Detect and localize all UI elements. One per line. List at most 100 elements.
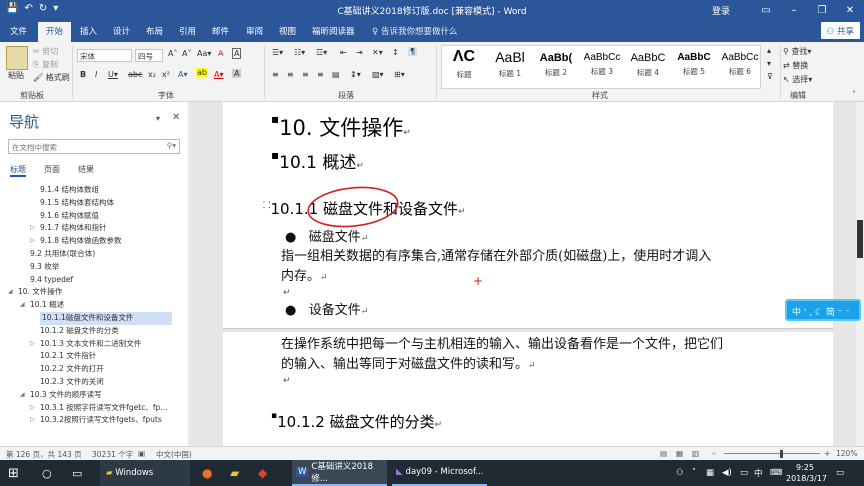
tab-foxit[interactable]: 福昕阅读器 bbox=[312, 25, 355, 37]
find-button[interactable]: ⚲ 查找▾ bbox=[783, 46, 811, 57]
nav-heading-item[interactable]: ◢ 10.1 概述 bbox=[2, 299, 186, 312]
char-shading-icon[interactable]: A bbox=[232, 69, 242, 78]
tab-home[interactable]: 开始 bbox=[38, 22, 72, 42]
maximize-icon[interactable]: ❐ bbox=[808, 5, 836, 16]
nav-heading-item[interactable]: ▷ 10.3.1 按照字符读写文件fgetc、fp... bbox=[2, 402, 186, 415]
tab-view[interactable]: 视图 bbox=[279, 25, 296, 37]
style-heading-5[interactable]: AaBbC 标题 5 bbox=[672, 46, 716, 88]
nav-heading-item[interactable]: 9.4 typedef bbox=[2, 274, 186, 287]
nav-heading-item[interactable]: 10.2.1 文件指针 bbox=[2, 350, 186, 363]
print-layout-icon[interactable]: ▦ bbox=[676, 449, 683, 458]
align-right-icon[interactable]: ≡ bbox=[302, 70, 309, 79]
collapse-arrow-icon[interactable]: ◢ bbox=[20, 299, 25, 310]
highlight-icon[interactable]: ab bbox=[196, 68, 208, 77]
nav-heading-item[interactable]: ▷ 9.1.7 结构体和指针 bbox=[2, 222, 186, 235]
collapse-ribbon-icon[interactable]: ˄ bbox=[852, 90, 856, 99]
battery-icon[interactable]: ▭ bbox=[740, 460, 748, 486]
ime-toolbar[interactable]: 中 ' , ☾ 简 ⁻ ⁻ bbox=[785, 299, 861, 321]
clock-date[interactable]: 2018/3/17 bbox=[786, 473, 827, 484]
nav-heading-item[interactable]: 10.1.1磁盘文件和设备文件 bbox=[40, 312, 172, 325]
nav-heading-item[interactable]: 9.3 枚举 bbox=[2, 261, 186, 274]
collapse-arrow-icon[interactable]: ◢ bbox=[20, 389, 25, 400]
style-heading-1[interactable]: AaBl 标题 1 bbox=[488, 46, 532, 88]
decrease-indent-icon[interactable]: ⇤ bbox=[340, 48, 347, 57]
shrink-font-icon[interactable]: A˅ bbox=[182, 49, 191, 58]
nav-heading-item[interactable]: ▷ 9.1.8 结构体做函数参数 bbox=[2, 235, 186, 248]
nav-search-input[interactable]: 在文档中搜索 ⚲▾ bbox=[8, 139, 180, 154]
align-center-icon[interactable]: ≡ bbox=[287, 70, 294, 79]
paste-button[interactable]: 粘贴 bbox=[8, 70, 24, 81]
paste-icon[interactable] bbox=[6, 46, 28, 70]
strikethrough-icon[interactable]: abc bbox=[128, 70, 142, 79]
page-count[interactable]: 第 126 页，共 143 页 bbox=[6, 449, 82, 460]
style-title[interactable]: ɅC 标题 bbox=[442, 46, 486, 88]
font-name-select[interactable]: 宋体 bbox=[77, 49, 132, 62]
network-icon[interactable]: ▦ bbox=[706, 460, 714, 486]
replace-button[interactable]: ⇄ 替换 bbox=[783, 60, 808, 71]
nav-options-icon[interactable]: ▾ bbox=[156, 114, 160, 123]
style-heading-4[interactable]: AaBbC 标题 4 bbox=[626, 46, 670, 88]
style-heading-6[interactable]: AaBbCc 标题 6 bbox=[718, 46, 762, 88]
paragraph-disk-file-line2[interactable]: 内存。↵ bbox=[281, 266, 328, 289]
line-spacing-icon[interactable]: ↨▾ bbox=[350, 70, 361, 79]
nav-heading-item[interactable]: 10.2.2 文件的打开 bbox=[2, 363, 186, 376]
tell-me-search[interactable]: ♀ 告诉我你想要做什么 bbox=[372, 25, 457, 37]
nav-heading-item[interactable]: 10.2.3 文件的关闭 bbox=[2, 376, 186, 389]
style-heading-2[interactable]: AaBb(标题 2 bbox=[534, 46, 578, 88]
zoom-slider[interactable] bbox=[724, 453, 820, 454]
nav-heading-item[interactable]: ▷ 10.3.2按照行读写文件fgets、fputs bbox=[2, 414, 186, 427]
zoom-level[interactable]: 120% bbox=[836, 449, 857, 458]
gallery-up-icon[interactable]: ▴ bbox=[767, 46, 771, 55]
bold-icon[interactable]: B bbox=[80, 70, 86, 79]
bullets-icon[interactable]: ☰▾ bbox=[272, 48, 283, 57]
nav-close-icon[interactable]: ✕ bbox=[172, 112, 180, 123]
font-color-icon[interactable]: A▾ bbox=[214, 70, 224, 79]
people-icon[interactable]: ⚇ bbox=[676, 460, 684, 486]
collapse-arrow-icon[interactable]: ◢ bbox=[8, 286, 13, 297]
tab-design[interactable]: 设计 bbox=[113, 25, 130, 37]
nav-scrollbar[interactable] bbox=[188, 102, 192, 446]
taskbar-vs[interactable]: ◣ day09 - Microsof... bbox=[392, 460, 487, 486]
expand-arrow-icon[interactable]: ▷ bbox=[30, 414, 35, 425]
web-layout-icon[interactable]: ▥ bbox=[692, 449, 699, 458]
chinese-layout-icon[interactable]: ✕▾ bbox=[372, 48, 383, 57]
align-left-icon[interactable]: ≡ bbox=[272, 70, 279, 79]
windows-start-icon[interactable]: ⊞ bbox=[8, 460, 19, 486]
nav-heading-item[interactable]: 9.2 共用体(联合体) bbox=[2, 248, 186, 261]
borders-icon[interactable]: ⊞▾ bbox=[394, 70, 405, 79]
expand-arrow-icon[interactable]: ▷ bbox=[30, 402, 35, 413]
firefox-icon[interactable]: ● bbox=[202, 460, 212, 486]
expand-arrow-icon[interactable]: ▷ bbox=[30, 338, 35, 349]
justify-icon[interactable]: ≡ bbox=[317, 70, 324, 79]
vertical-scrollbar[interactable] bbox=[856, 102, 864, 446]
paragraph-device-line2[interactable]: 的输入、输出等同于对磁盘文件的读和写。↵ bbox=[281, 354, 536, 377]
gallery-more-icon[interactable]: ⊽ bbox=[767, 72, 773, 81]
heading-10-1[interactable]: ▪10.1 概述↵ bbox=[271, 148, 364, 173]
style-heading-3[interactable]: AaBbCc 标题 3 bbox=[580, 46, 624, 88]
subscript-icon[interactable]: x₂ bbox=[148, 70, 156, 79]
tab-review[interactable]: 审阅 bbox=[246, 25, 263, 37]
increase-indent-icon[interactable]: ⇥ bbox=[356, 48, 363, 57]
text-effects-icon[interactable]: A▾ bbox=[178, 70, 188, 79]
format-painter-button[interactable]: 🖌 格式刷 bbox=[33, 72, 70, 83]
zoom-in-icon[interactable]: + bbox=[824, 449, 830, 458]
tab-references[interactable]: 引用 bbox=[179, 25, 196, 37]
clock-time[interactable]: 9:25 bbox=[796, 462, 814, 473]
nav-heading-item[interactable]: 9.1.6 结构体赋值 bbox=[2, 210, 186, 223]
search-icon[interactable]: ○ bbox=[42, 460, 52, 486]
explorer-icon[interactable]: ▰ bbox=[230, 460, 239, 486]
tab-mailings[interactable]: 邮件 bbox=[212, 25, 229, 37]
scroll-thumb[interactable] bbox=[857, 220, 863, 258]
heading-10-1-2[interactable]: ▪10.1.2 磁盘文件的分类↵ bbox=[271, 411, 442, 432]
multilevel-list-icon[interactable]: ☲▾ bbox=[316, 48, 327, 57]
login-link[interactable]: 登录 bbox=[712, 4, 730, 17]
superscript-icon[interactable]: x² bbox=[162, 70, 170, 79]
expand-arrow-icon[interactable]: ▷ bbox=[30, 222, 35, 233]
select-button[interactable]: ↖ 选择▾ bbox=[783, 74, 812, 85]
nav-heading-item[interactable]: ▷ 10.1.3 文本文件和二进制文件 bbox=[2, 338, 186, 351]
change-case-icon[interactable]: Aa▾ bbox=[197, 49, 211, 58]
nav-heading-item[interactable]: ◢ 10. 文件操作 bbox=[2, 286, 186, 299]
nav-heading-item[interactable]: 10.1.2 磁盘文件的分类 bbox=[2, 325, 186, 338]
tab-file[interactable]: 文件 bbox=[10, 25, 27, 37]
shading-icon[interactable]: ▨▾ bbox=[372, 70, 384, 79]
